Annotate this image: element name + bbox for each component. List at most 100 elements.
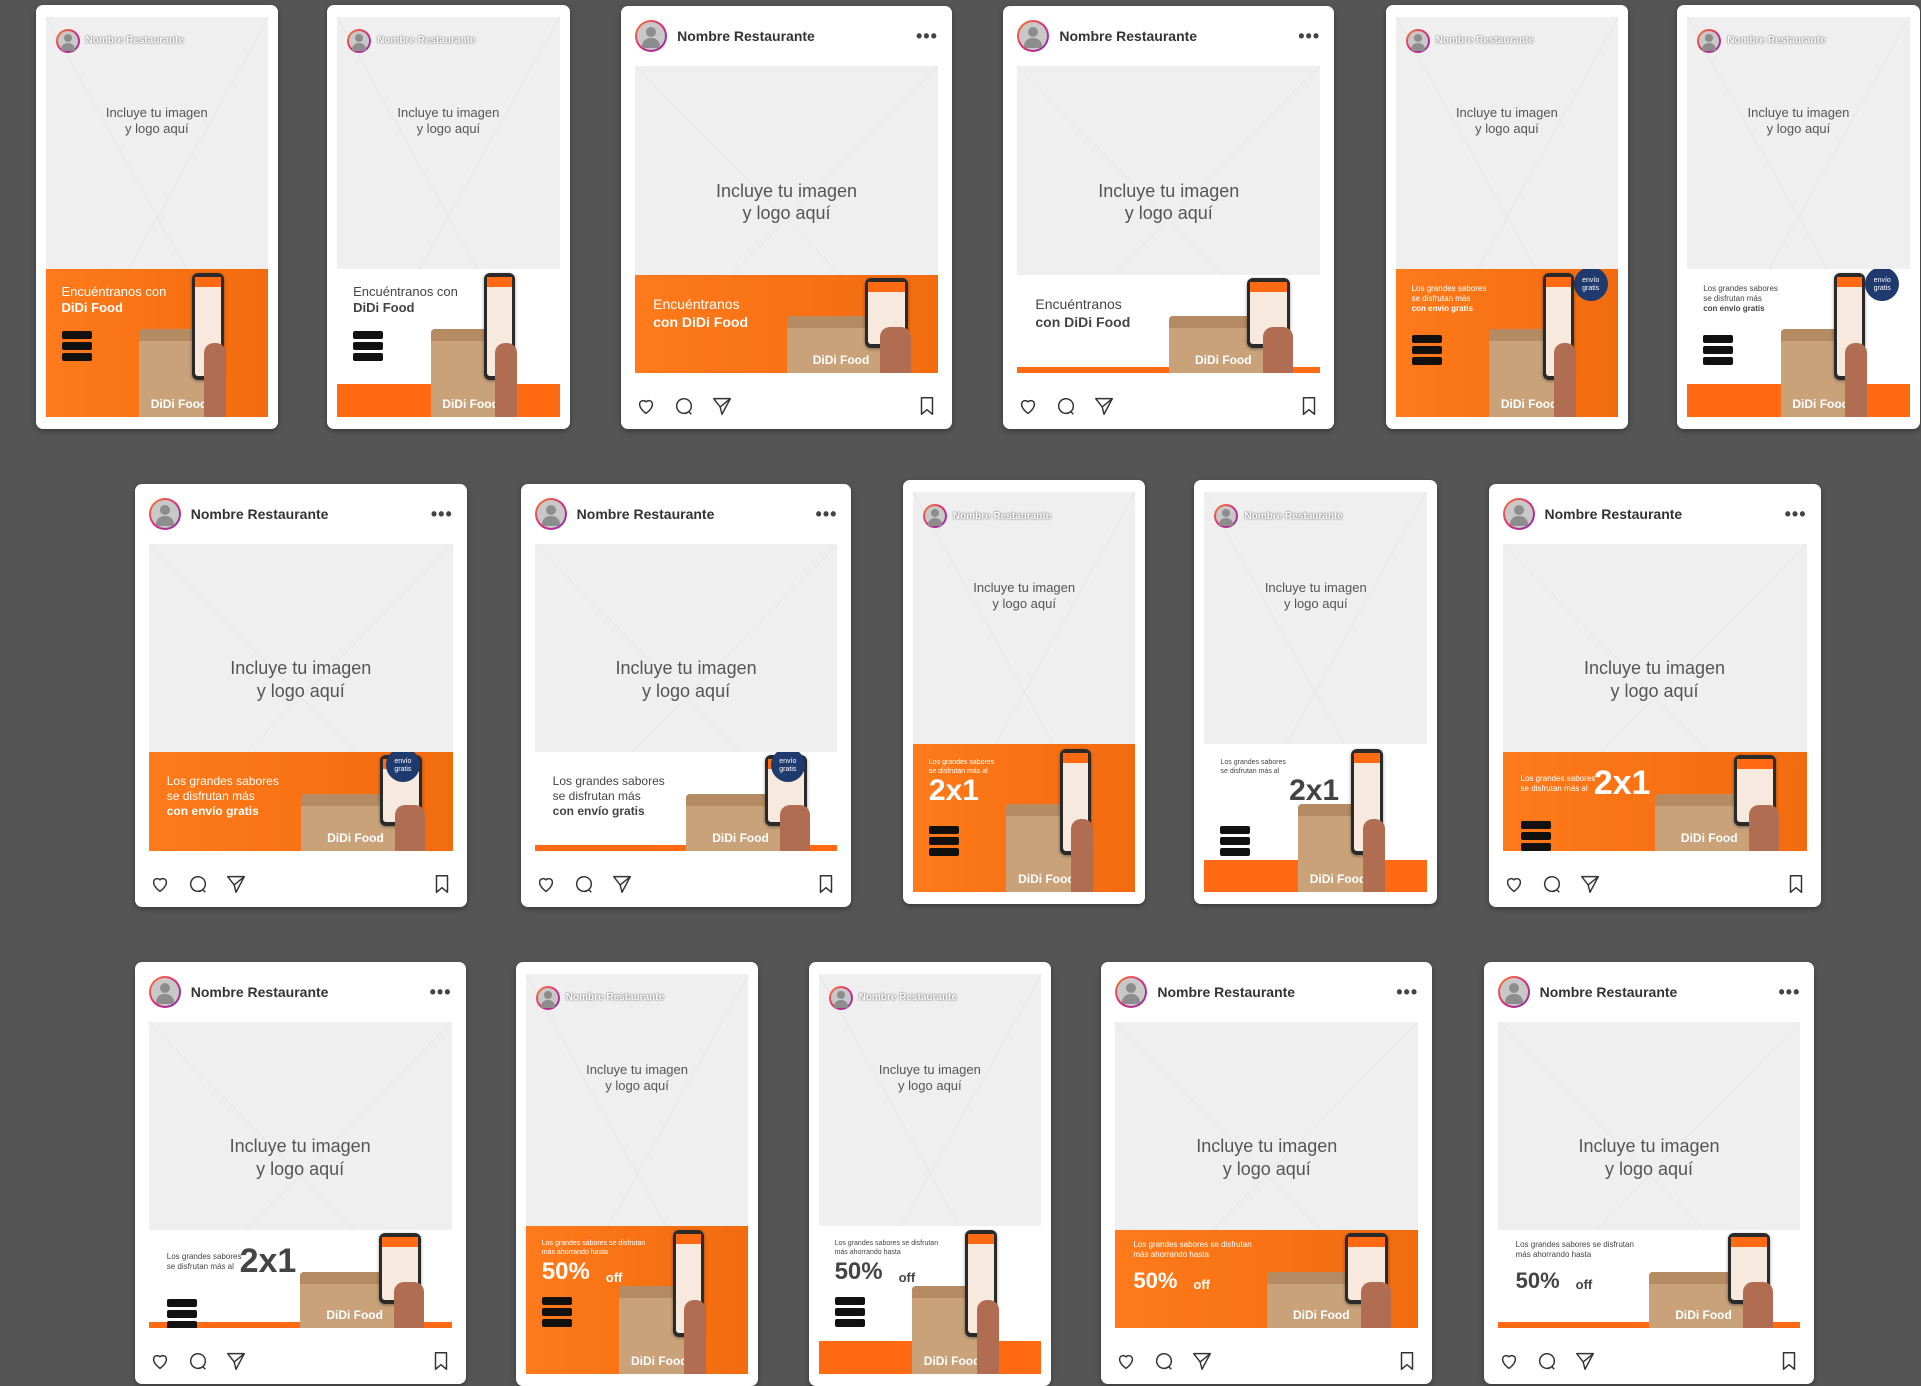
store-badge[interactable] xyxy=(1520,821,1551,830)
avatar[interactable] xyxy=(828,985,853,1010)
bookmark-icon[interactable] xyxy=(1396,1350,1418,1372)
profile-name[interactable]: Nombre Restaurante xyxy=(1436,35,1534,46)
image-placeholder[interactable]: Incluye tu imagen y logo aquí Los grandes … xyxy=(148,543,453,851)
store-badge[interactable] xyxy=(1411,346,1442,355)
image-placeholder[interactable]: Incluye tu imagen y logo aquí Encuéntranos… xyxy=(1017,66,1321,373)
profile-name[interactable]: Nombre Restaurante xyxy=(677,28,916,44)
image-placeholder[interactable]: Nombre Restaurante Incluye tu imagen y log… xyxy=(818,973,1042,1374)
comment-icon[interactable] xyxy=(1153,1350,1175,1372)
store-badges[interactable] xyxy=(541,1296,572,1327)
image-placeholder[interactable]: Incluye tu imagen y logo aquí Los grandes … xyxy=(1502,543,1807,851)
bookmark-icon[interactable] xyxy=(430,1350,452,1372)
comment-icon[interactable] xyxy=(1536,1350,1558,1372)
store-badge[interactable] xyxy=(1220,825,1251,834)
heart-icon[interactable] xyxy=(535,873,557,895)
bookmark-icon[interactable] xyxy=(916,395,938,417)
bookmark-icon[interactable] xyxy=(431,873,453,895)
store-badge[interactable] xyxy=(353,352,384,361)
comment-icon[interactable] xyxy=(1055,395,1077,417)
store-badges[interactable] xyxy=(1220,825,1251,856)
image-placeholder[interactable]: Incluye tu imagen y logo aquí Encuéntranos… xyxy=(635,66,938,373)
store-badge[interactable] xyxy=(1411,335,1442,344)
profile-name[interactable]: Nombre Restaurante xyxy=(1244,511,1342,522)
store-badge[interactable] xyxy=(834,1318,865,1327)
store-badge[interactable] xyxy=(1520,843,1551,851)
bookmark-icon[interactable] xyxy=(815,873,837,895)
store-badge[interactable] xyxy=(61,341,92,350)
store-badge[interactable] xyxy=(1520,832,1551,841)
image-placeholder[interactable]: Incluye tu imagen y logo aquí Los grandes … xyxy=(1497,1021,1801,1329)
store-badge[interactable] xyxy=(166,1298,197,1307)
avatar[interactable] xyxy=(635,20,668,53)
store-badge[interactable] xyxy=(541,1307,572,1316)
avatar[interactable] xyxy=(922,504,947,529)
share-icon[interactable] xyxy=(1574,1350,1596,1372)
more-options-icon[interactable]: ••• xyxy=(1779,983,1801,1001)
store-badge[interactable] xyxy=(541,1296,572,1305)
comment-icon[interactable] xyxy=(1541,873,1563,895)
profile-name[interactable]: Nombre Restaurante xyxy=(953,511,1051,522)
profile-name[interactable]: Nombre Restaurante xyxy=(577,506,816,522)
store-badges[interactable] xyxy=(1703,335,1734,366)
comment-icon[interactable] xyxy=(673,395,695,417)
avatar[interactable] xyxy=(1697,28,1722,53)
profile-name[interactable]: Nombre Restaurante xyxy=(377,35,475,46)
profile-name[interactable]: Nombre Restaurante xyxy=(566,992,664,1003)
avatar[interactable] xyxy=(1214,504,1239,529)
avatar[interactable] xyxy=(55,28,80,53)
image-placeholder[interactable]: Incluye tu imagen y logo aquí Los grandes … xyxy=(534,543,838,851)
share-icon[interactable] xyxy=(711,395,733,417)
profile-name[interactable]: Nombre Restaurante xyxy=(1540,984,1779,1000)
heart-icon[interactable] xyxy=(1115,1350,1137,1372)
profile-name[interactable]: Nombre Restaurante xyxy=(191,984,430,1000)
profile-name[interactable]: Nombre Restaurante xyxy=(859,992,957,1003)
store-badge[interactable] xyxy=(834,1296,865,1305)
share-icon[interactable] xyxy=(225,1350,247,1372)
heart-icon[interactable] xyxy=(149,873,171,895)
more-options-icon[interactable]: ••• xyxy=(431,505,453,523)
profile-name[interactable]: Nombre Restaurante xyxy=(1727,35,1825,46)
avatar[interactable] xyxy=(1115,975,1148,1008)
bookmark-icon[interactable] xyxy=(1298,395,1320,417)
profile-name[interactable]: Nombre Restaurante xyxy=(1545,506,1785,522)
avatar[interactable] xyxy=(1502,497,1535,530)
more-options-icon[interactable]: ••• xyxy=(916,27,938,45)
avatar[interactable] xyxy=(347,28,372,53)
store-badge[interactable] xyxy=(61,330,92,339)
store-badge[interactable] xyxy=(1703,357,1734,366)
avatar[interactable] xyxy=(1497,975,1530,1008)
image-placeholder[interactable]: Nombre Restaurante Incluye tu imagen y log… xyxy=(1395,16,1619,417)
store-badge[interactable] xyxy=(353,330,384,339)
store-badge[interactable] xyxy=(1411,357,1442,366)
more-options-icon[interactable]: ••• xyxy=(1298,27,1320,45)
heart-icon[interactable] xyxy=(635,395,657,417)
heart-icon[interactable] xyxy=(1503,873,1525,895)
image-placeholder[interactable]: Incluye tu imagen y logo aquí Los grandes … xyxy=(148,1021,452,1329)
store-badge[interactable] xyxy=(166,1309,197,1318)
store-badge[interactable] xyxy=(166,1320,197,1329)
store-badges[interactable] xyxy=(353,330,384,361)
store-badge[interactable] xyxy=(928,836,959,845)
store-badges[interactable] xyxy=(166,1298,197,1329)
store-badge[interactable] xyxy=(1703,346,1734,355)
image-placeholder[interactable]: Nombre Restaurante Incluye tu imagen y log… xyxy=(525,973,749,1374)
store-badge[interactable] xyxy=(1220,847,1251,856)
profile-name[interactable]: Nombre Restaurante xyxy=(1157,984,1396,1000)
avatar[interactable] xyxy=(148,975,181,1008)
image-placeholder[interactable]: Nombre Restaurante Incluye tu imagen y log… xyxy=(1204,492,1428,893)
image-placeholder[interactable]: Nombre Restaurante Incluye tu imagen y log… xyxy=(337,16,560,417)
comment-icon[interactable] xyxy=(573,873,595,895)
store-badge[interactable] xyxy=(61,352,92,361)
comment-icon[interactable] xyxy=(187,873,209,895)
avatar[interactable] xyxy=(534,497,567,530)
avatar[interactable] xyxy=(1405,28,1430,53)
heart-icon[interactable] xyxy=(1017,395,1039,417)
image-placeholder[interactable]: Nombre Restaurante Incluye tu imagen y log… xyxy=(912,492,1136,893)
profile-name[interactable]: Nombre Restaurante xyxy=(86,35,184,46)
share-icon[interactable] xyxy=(225,873,247,895)
more-options-icon[interactable]: ••• xyxy=(1396,983,1418,1001)
image-placeholder[interactable]: Incluye tu imagen y logo aquí Los grandes … xyxy=(1115,1021,1419,1329)
store-badges[interactable] xyxy=(1520,821,1551,851)
heart-icon[interactable] xyxy=(1498,1350,1520,1372)
share-icon[interactable] xyxy=(1579,873,1601,895)
